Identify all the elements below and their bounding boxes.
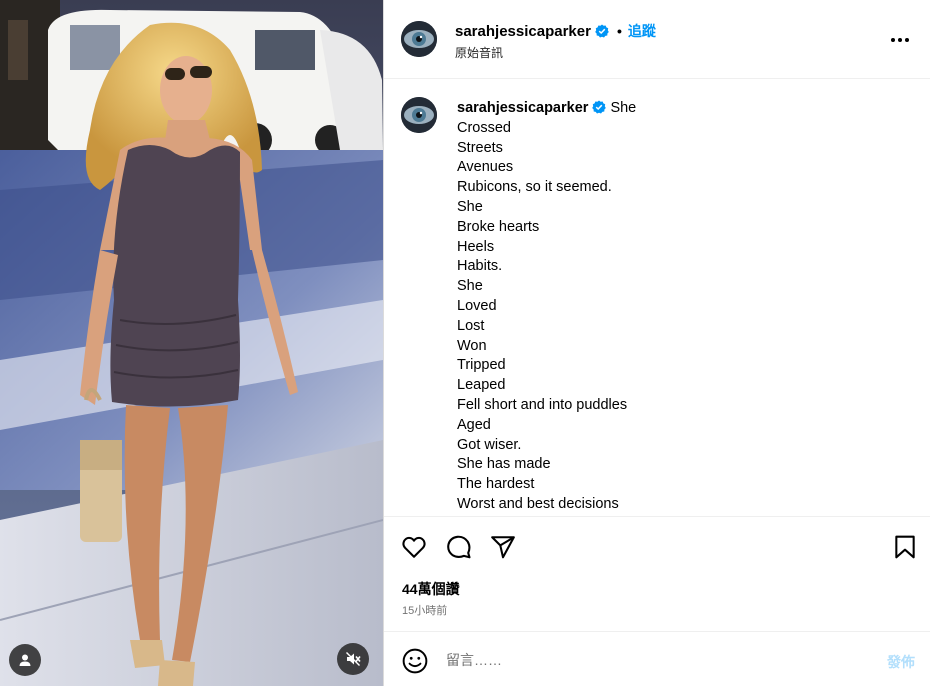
more-options-button[interactable] [888, 28, 912, 52]
caption-line: Fell short and into puddles [457, 396, 628, 413]
verified-badge-icon [592, 100, 607, 114]
caption-line: Crossed [457, 119, 511, 136]
caption-line: Tripped [457, 357, 506, 374]
share-icon[interactable] [490, 534, 516, 560]
caption-line: Broke hearts [457, 218, 540, 235]
caption-line: Loved [457, 297, 497, 314]
heart-icon[interactable] [401, 534, 427, 560]
post-header: sarahjessicaparker • 追蹤 原始音訊 [384, 0, 930, 79]
separator-dot: • [616, 23, 622, 39]
verified-badge-icon [595, 24, 609, 38]
post-comment-button[interactable]: 發佈 [887, 652, 915, 672]
caption-line: Heels [457, 238, 495, 255]
avatar-image [401, 97, 437, 133]
comment-icon[interactable] [446, 534, 472, 560]
caption-line: Avenues [457, 159, 514, 176]
caption-line: The hardest [457, 476, 535, 493]
author-username[interactable]: sarahjessicaparker [455, 23, 591, 40]
more-options-icon [891, 38, 909, 42]
caption-line: She [457, 278, 483, 295]
caption-line: Rubicons, so it seemed. [457, 179, 612, 196]
caption-line: Streets [457, 139, 503, 156]
user-tag-button[interactable] [9, 644, 41, 676]
comment-input[interactable] [446, 649, 826, 671]
follow-button[interactable]: 追蹤 [628, 21, 656, 41]
caption-line: She [457, 198, 483, 215]
caption-text: sarahjessicaparker She Crossed Streets A… [457, 99, 917, 515]
avatar-image [401, 21, 437, 57]
caption-line: Worst and best decisions [457, 495, 619, 512]
comment-composer: 發佈 [384, 631, 930, 686]
caption-line: Lost [457, 317, 485, 334]
caption-line: Got wiser. [457, 436, 522, 453]
caption-line: Won [457, 337, 487, 354]
avatar[interactable] [401, 21, 437, 57]
post-media[interactable] [0, 0, 383, 686]
caption-section: sarahjessicaparker She Crossed Streets A… [384, 80, 930, 516]
caption-avatar[interactable] [401, 97, 437, 133]
caption-line: Habits. [457, 258, 503, 275]
post-photo [0, 0, 383, 686]
post-timestamp[interactable]: 15小時前 [402, 602, 447, 618]
caption-line: She has made [457, 456, 551, 473]
likes-count[interactable]: 44萬個讚 [402, 579, 460, 599]
caption-username[interactable]: sarahjessicaparker [457, 100, 588, 116]
caption-line: Leaped [457, 377, 506, 394]
mute-toggle-button[interactable] [337, 643, 369, 675]
emoji-icon[interactable] [402, 648, 428, 674]
user-tag-icon [19, 654, 31, 666]
caption-line: She [610, 100, 637, 116]
muted-audio-icon [346, 652, 361, 666]
original-audio-link[interactable]: 原始音訊 [455, 44, 503, 61]
caption-line: Aged [457, 416, 491, 433]
post-author: sarahjessicaparker • 追蹤 [455, 21, 656, 41]
bookmark-icon[interactable] [892, 534, 918, 560]
post-detail-panel: sarahjessicaparker • 追蹤 原始音訊 sarahjessic… [383, 0, 930, 686]
post-actions: 44萬個讚 15小時前 [384, 516, 930, 631]
